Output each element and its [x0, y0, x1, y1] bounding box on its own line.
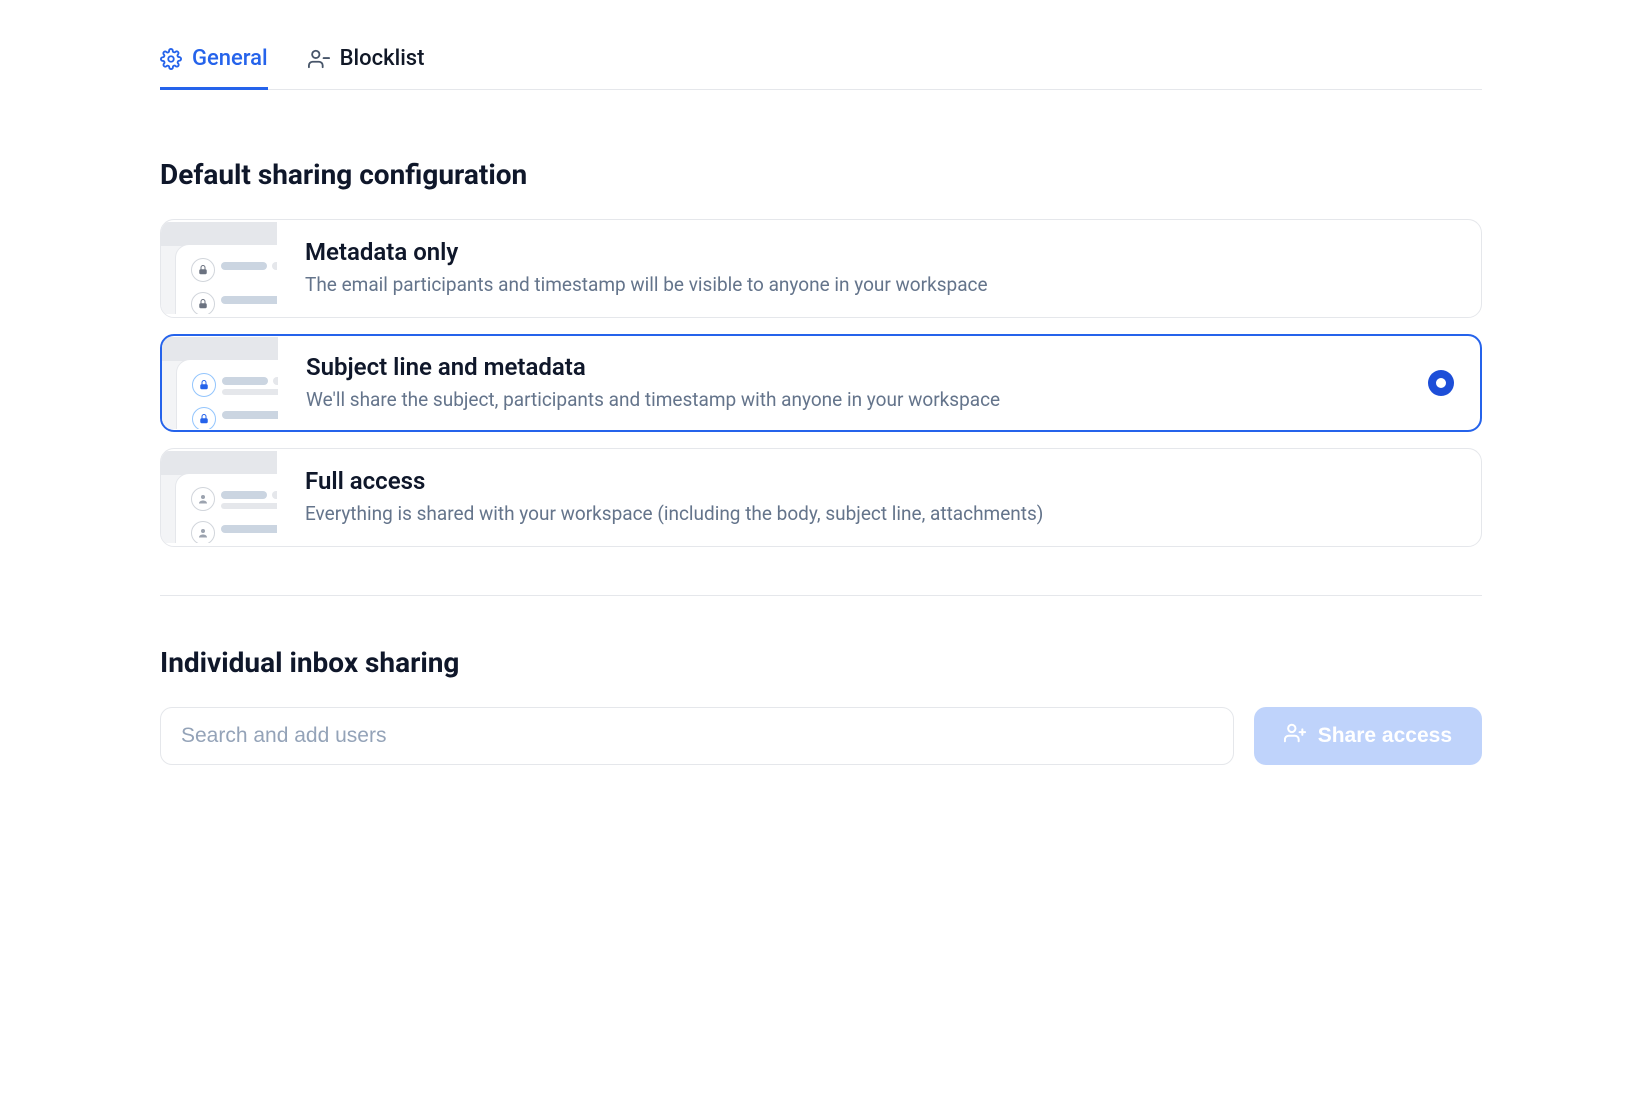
option-text: Metadata only The email participants and… — [305, 238, 1457, 299]
option-title: Metadata only — [305, 238, 1457, 266]
option-thumbnail — [161, 451, 277, 543]
gear-icon — [160, 48, 182, 70]
option-description: Everything is shared with your workspace… — [305, 501, 1457, 528]
radio-selected-indicator — [1428, 370, 1454, 396]
option-thumbnail — [162, 337, 278, 429]
option-title: Full access — [305, 467, 1457, 495]
user-icon — [191, 521, 215, 543]
tab-blocklist[interactable]: Blocklist — [308, 40, 425, 90]
lock-icon — [192, 407, 216, 429]
option-description: The email participants and timestamp wil… — [305, 272, 1457, 299]
option-description: We'll share the subject, participants an… — [306, 387, 1457, 414]
option-thumbnail — [161, 222, 277, 314]
default-sharing-heading: Default sharing configuration — [160, 158, 1482, 191]
tab-label: Blocklist — [340, 46, 425, 71]
user-minus-icon — [308, 48, 330, 70]
tab-label: General — [192, 46, 268, 71]
user-plus-icon — [1284, 722, 1306, 750]
tab-general[interactable]: General — [160, 40, 268, 90]
lock-icon — [191, 292, 215, 314]
option-metadata-only[interactable]: Metadata only The email participants and… — [160, 219, 1482, 318]
individual-inbox-heading: Individual inbox sharing — [160, 646, 1482, 679]
tabs: General Blocklist — [160, 40, 1482, 90]
option-text: Full access Everything is shared with yo… — [305, 467, 1457, 528]
lock-icon — [191, 258, 215, 282]
option-subject-metadata[interactable]: Subject line and metadata We'll share th… — [160, 334, 1482, 433]
search-row: Share access — [160, 707, 1482, 765]
share-access-label: Share access — [1318, 724, 1452, 748]
option-title: Subject line and metadata — [306, 353, 1457, 381]
option-text: Subject line and metadata We'll share th… — [306, 353, 1457, 414]
search-users-input[interactable] — [160, 707, 1234, 765]
section-divider — [160, 595, 1482, 596]
lock-icon — [192, 373, 216, 397]
user-icon — [191, 487, 215, 511]
share-access-button[interactable]: Share access — [1254, 707, 1482, 765]
option-full-access[interactable]: Full access Everything is shared with yo… — [160, 448, 1482, 547]
